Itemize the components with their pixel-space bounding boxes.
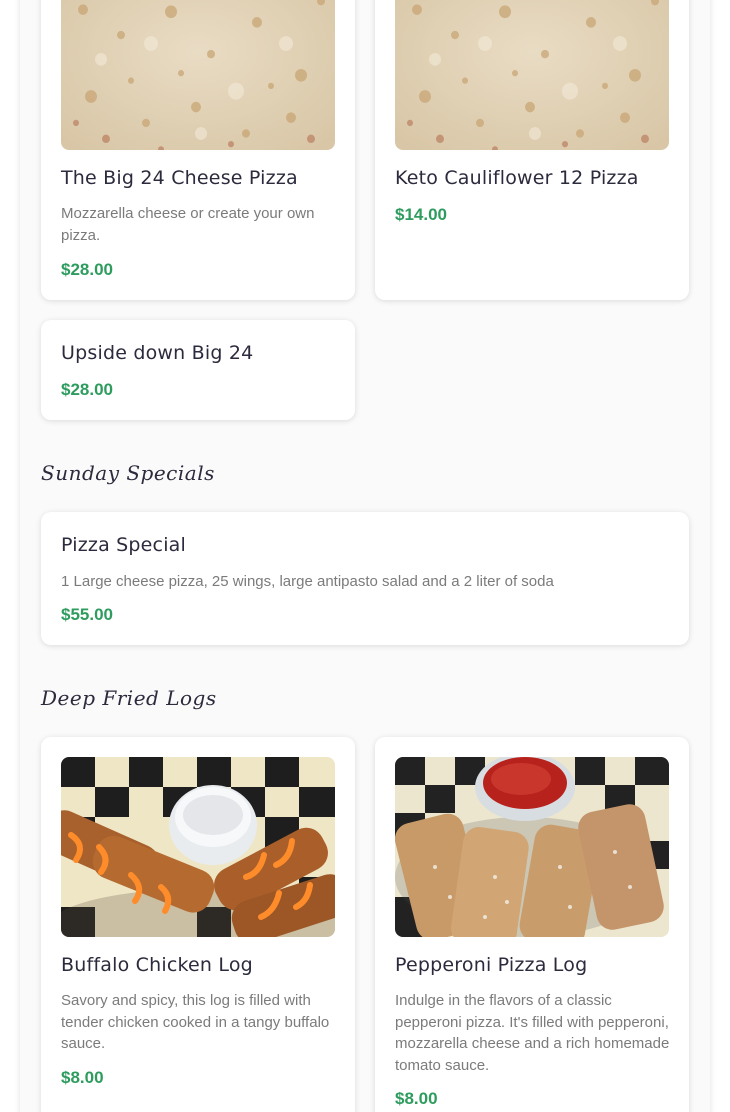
item-price: $28.00 (61, 380, 113, 399)
menu-item-card[interactable]: Upside down Big 24 $28.00 (41, 320, 355, 420)
item-description: Indulge in the flavors of a classic pepp… (395, 992, 670, 1074)
item-price: $28.00 (61, 260, 113, 279)
item-price: $8.00 (395, 1089, 438, 1108)
item-name: The Big 24 Cheese Pizza (61, 167, 298, 189)
pepperoni-pizza-log-photo (395, 757, 669, 937)
item-name: Upside down Big 24 (61, 342, 254, 364)
item-name: Buffalo Chicken Log (61, 954, 253, 976)
menu-item-card[interactable]: Pepperoni Pizza Log Indulge in the flavo… (375, 737, 689, 1112)
item-price: $14.00 (395, 205, 447, 224)
menu-item-card[interactable]: The Big 24 Cheese Pizza Mozzarella chees… (41, 0, 355, 300)
cheese-pizza-photo (395, 0, 669, 150)
item-price: $8.00 (61, 1068, 104, 1087)
item-price: $55.00 (61, 605, 113, 624)
item-description: Mozzarella cheese or create your own piz… (61, 205, 315, 244)
item-name: Pizza Special (61, 534, 187, 556)
menu-item-card[interactable]: Buffalo Chicken Log Savory and spicy, th… (41, 737, 355, 1112)
item-name: Pepperoni Pizza Log (395, 954, 588, 976)
item-description: 1 Large cheese pizza, 25 wings, large an… (61, 573, 554, 590)
menu-item-card[interactable]: Keto Cauliflower 12 Pizza $14.00 (375, 0, 689, 300)
item-description: Savory and spicy, this log is filled wit… (61, 992, 330, 1052)
buffalo-chicken-log-photo (61, 757, 335, 937)
cheese-pizza-photo (61, 0, 335, 150)
item-name: Keto Cauliflower 12 Pizza (395, 167, 639, 189)
section-title: Sunday Specials (41, 461, 215, 485)
section-title: Deep Fried Logs (41, 686, 217, 710)
menu-item-card[interactable]: Pizza Special 1 Large cheese pizza, 25 w… (41, 512, 689, 645)
